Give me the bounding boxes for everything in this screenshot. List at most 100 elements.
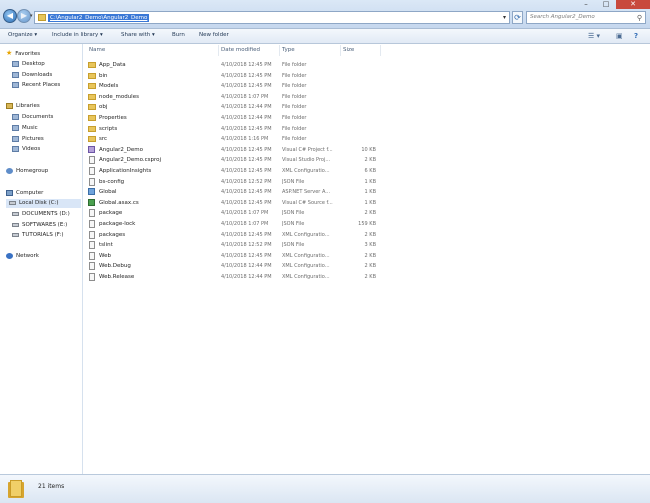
- file-name: Angular2_Demo: [99, 146, 143, 153]
- file-row[interactable]: Global.asax.cs 4/10/2018 12:45 PM Visual C…: [84, 198, 650, 208]
- search-input[interactable]: Search Angular2_Demo ⚲: [526, 11, 646, 24]
- file-row[interactable]: node_modules 4/10/2018 1:07 PM File folder: [84, 92, 650, 102]
- file-icon: [89, 273, 95, 281]
- column-header-size[interactable]: Size: [343, 47, 354, 53]
- file-row[interactable]: src 4/10/2018 1:16 PM File folder: [84, 134, 650, 144]
- sidebar-item-computer[interactable]: Computer: [6, 189, 43, 198]
- file-row[interactable]: Angular2_Demo.csproj 4/10/2018 12:45 PM Vi…: [84, 155, 650, 165]
- file-date-modified: 4/10/2018 12:45 PM: [221, 146, 272, 153]
- sidebar-item-recent-places[interactable]: Recent Places: [12, 81, 60, 90]
- sidebar-item-libraries[interactable]: Libraries: [6, 102, 40, 111]
- file-name: Properties: [99, 115, 127, 121]
- file-icon: [89, 167, 95, 175]
- address-dropdown-icon[interactable]: ▾: [503, 14, 506, 21]
- network-icon: [6, 252, 13, 259]
- sidebar-item-music[interactable]: Music: [12, 124, 38, 133]
- sidebar-item-documents-drive[interactable]: DOCUMENTS (D:): [12, 210, 70, 219]
- file-row[interactable]: App_Data 4/10/2018 12:45 PM File folder: [84, 60, 650, 70]
- sidebar-item-network[interactable]: Network: [6, 252, 39, 261]
- organize-menu[interactable]: Organize ▾: [8, 32, 37, 38]
- file-row[interactable]: Web.Release 4/10/2018 12:44 PM XML Configu…: [84, 272, 650, 282]
- sidebar-item-label: Pictures: [22, 136, 44, 142]
- folder-icon: [88, 136, 96, 143]
- file-type: File folder: [282, 93, 307, 100]
- file-row[interactable]: obj 4/10/2018 12:44 PM File folder: [84, 102, 650, 112]
- file-row[interactable]: package 4/10/2018 1:07 PM JSON File 2 KB: [84, 208, 650, 218]
- column-divider[interactable]: [380, 45, 381, 56]
- pictures-icon: [12, 135, 19, 142]
- file-name: Angular2_Demo.csproj: [99, 157, 162, 164]
- downloads-icon: [12, 71, 19, 78]
- column-header-type[interactable]: Type: [282, 47, 295, 53]
- file-row[interactable]: Models 4/10/2018 12:45 PM File folder: [84, 81, 650, 91]
- file-row[interactable]: scripts 4/10/2018 12:45 PM File folder: [84, 124, 650, 134]
- sidebar-item-downloads[interactable]: Downloads: [12, 71, 52, 80]
- file-row[interactable]: package-lock 4/10/2018 1:07 PM JSON File 15…: [84, 219, 650, 229]
- file-row[interactable]: Angular2_Demo 4/10/2018 12:45 PM Visual C#…: [84, 145, 650, 155]
- sidebar-item-homegroup[interactable]: Homegroup: [6, 167, 48, 176]
- file-row[interactable]: packages 4/10/2018 12:45 PM XML Configurat…: [84, 230, 650, 240]
- column-divider[interactable]: [340, 45, 341, 56]
- refresh-button[interactable]: ⟳: [512, 11, 523, 24]
- burn-button[interactable]: Burn: [172, 32, 185, 38]
- address-path[interactable]: C:\Angular2_Demo\Angular2_Demo: [48, 14, 150, 22]
- file-row[interactable]: Web.Debug 4/10/2018 12:44 PM XML Configura…: [84, 261, 650, 271]
- column-header-name[interactable]: Name: [89, 47, 105, 53]
- sidebar-item-documents[interactable]: Documents: [12, 113, 53, 122]
- file-icon: [89, 156, 95, 165]
- file-row[interactable]: bs-config 4/10/2018 12:52 PM JSON File 1 KB: [84, 177, 650, 187]
- file-row[interactable]: Web 4/10/2018 12:45 PM XML Configuratio...…: [84, 251, 650, 261]
- folder-icon: [8, 478, 24, 498]
- file-name: bs-config: [99, 178, 125, 185]
- libraries-icon: [6, 102, 13, 109]
- file-size: 10 KB: [361, 146, 376, 153]
- close-button[interactable]: ✕: [616, 0, 650, 9]
- file-row[interactable]: bin 4/10/2018 12:45 PM File folder: [84, 71, 650, 81]
- sidebar-item-local-disk[interactable]: Local Disk (C:): [6, 199, 81, 208]
- sidebar-item-desktop[interactable]: Desktop: [12, 60, 45, 69]
- file-row[interactable]: ApplicationInsights 4/10/2018 12:45 PM XML…: [84, 166, 650, 176]
- file-size: 2 KB: [364, 210, 376, 217]
- sidebar-item-pictures[interactable]: Pictures: [12, 135, 44, 144]
- file-row[interactable]: Global 4/10/2018 12:45 PM ASP.NET Server A…: [84, 187, 650, 197]
- sidebar-item-softwares-drive[interactable]: SOFTWARES (E:): [12, 221, 67, 230]
- recent-pages-dropdown-icon[interactable]: ▾: [30, 13, 33, 19]
- minimize-button[interactable]: –: [576, 0, 596, 9]
- file-size: 2 KB: [364, 274, 376, 280]
- file-name: scripts: [99, 125, 118, 132]
- back-button[interactable]: ◀: [3, 9, 17, 23]
- help-icon[interactable]: ?: [634, 32, 638, 40]
- drive-icon: [12, 211, 19, 216]
- sidebar-item-label: TUTORIALS (F:): [22, 232, 64, 238]
- sidebar-item-label: Favorites: [15, 51, 41, 57]
- details-pane: 21 items: [0, 474, 650, 503]
- maximize-button[interactable]: □: [596, 0, 616, 9]
- file-name: App_Data: [99, 62, 126, 68]
- new-folder-button[interactable]: New folder: [199, 32, 229, 38]
- file-row[interactable]: tslint 4/10/2018 12:52 PM JSON File 3 KB: [84, 240, 650, 250]
- file-size: 2 KB: [364, 157, 376, 164]
- include-in-library-menu[interactable]: Include in library ▾: [52, 32, 103, 38]
- search-icon[interactable]: ⚲: [637, 14, 642, 22]
- file-size: 6 KB: [364, 168, 376, 174]
- sidebar-item-tutorials-drive[interactable]: TUTORIALS (F:): [12, 231, 63, 240]
- preview-pane-icon[interactable]: ▣: [616, 32, 623, 40]
- file-row[interactable]: Properties 4/10/2018 12:44 PM File folder: [84, 113, 650, 123]
- file-name: package-lock: [99, 221, 136, 227]
- file-date-modified: 4/10/2018 12:52 PM: [221, 242, 272, 249]
- column-divider[interactable]: [218, 45, 219, 56]
- column-header-date[interactable]: Date modified: [221, 47, 260, 53]
- file-type: JSON File: [282, 221, 305, 227]
- sidebar-item-label: Videos: [22, 146, 41, 152]
- forward-button[interactable]: ▶: [17, 9, 31, 23]
- address-bar[interactable]: C:\Angular2_Demo\Angular2_Demo ▾: [34, 11, 510, 24]
- file-name: Web.Release: [99, 274, 135, 280]
- project-file-icon: [88, 145, 95, 153]
- column-divider[interactable]: [279, 45, 280, 56]
- sidebar-item-videos[interactable]: Videos: [12, 145, 40, 154]
- sidebar-item-favorites[interactable]: ★ Favorites: [6, 49, 40, 58]
- file-icon: [89, 230, 95, 239]
- file-date-modified: 4/10/2018 1:07 PM: [221, 93, 269, 100]
- share-with-menu[interactable]: Share with ▾: [121, 32, 155, 38]
- change-view-icon[interactable]: ☰ ▾: [588, 32, 600, 40]
